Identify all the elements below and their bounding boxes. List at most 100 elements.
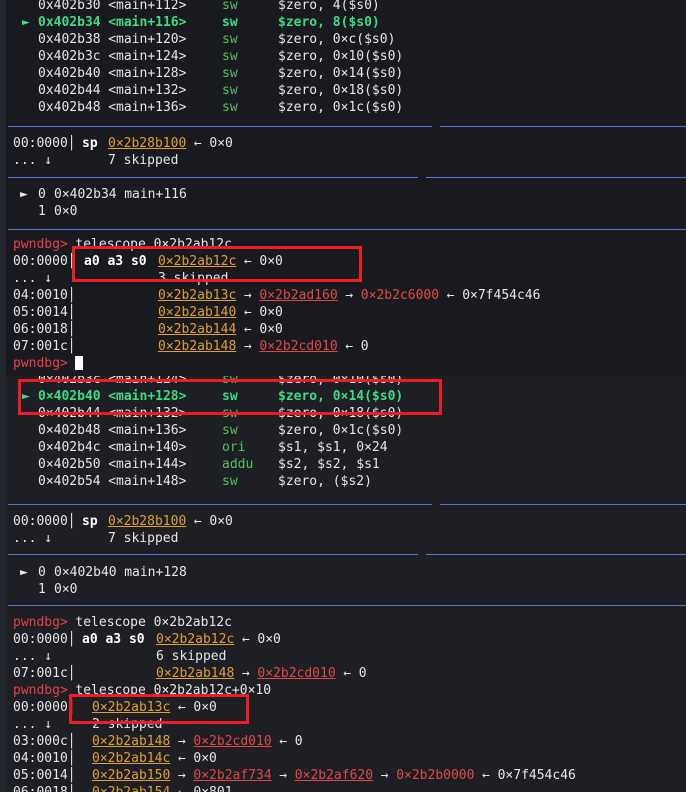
instr-op: sw [222,0,238,13]
backtrace-section-header [418,169,426,186]
tele-value: 0×801 [193,784,232,792]
shell-prompt: pwndbg> [13,237,68,252]
tele-value: 0×2b2ab148 [158,339,237,354]
instr-symbol: <main+112> [108,0,187,13]
instr-address: 0×402b48 [38,423,101,438]
instr-address: 0×402b4c [38,440,101,455]
tele-value: 0×2b2ab140 [158,305,237,320]
stack-value: 0×0 [209,514,233,529]
instr-address: 0x402b30 [38,0,101,13]
annotation-box [18,379,442,415]
frame-address: 0×0 [54,582,78,597]
tele-value: 0×2b2cd010 [257,666,336,681]
shell-prompt: pwndbg> [13,615,68,630]
tele-offset: ... ↓ [13,649,53,664]
frame-index: 1 [38,204,46,219]
tele-value: 0×2b2af620 [294,768,374,783]
tele-value: 0×2b2ab148 [92,734,171,749]
instr-op: sw [222,32,238,47]
tele-value: 0×0 [257,632,281,647]
tele-divider: │ [67,768,76,783]
tele-value: 0×0 [259,322,283,337]
tele-value: ← [170,784,193,792]
instr-op: sw [222,49,238,64]
tele-value: → [372,768,397,783]
section-divider [8,126,686,127]
tele-value: → [337,288,361,303]
annotation-box [69,694,249,724]
instr-address: 0x402b40 [38,66,101,81]
tele-offset: 00:0000 [13,254,68,269]
tele-value: 0 [358,666,367,681]
tele-value: 0×0 [259,305,283,320]
instr-address: 0x402b3c [38,49,101,64]
tele-offset: ... ↓ [13,271,53,286]
stack-offset: 00:0000 [13,136,68,151]
tele-value: ← [335,666,359,681]
instr-args: $zero, 8($s0) [278,15,380,30]
stack-address: 0×2b28b100 [108,514,187,529]
stack-address: 0×2b28b100 [108,136,187,151]
section-divider [8,177,686,178]
section-divider [8,229,686,230]
tele-value: → [236,288,260,303]
tele-value: ← [234,632,258,647]
frame-index: 0 [38,187,46,202]
instr-args: $zero, 0×18($s0) [278,83,404,98]
stack-value: 0×0 [209,136,233,151]
text-cursor [75,356,84,370]
tele-value: 0×2b2ab144 [158,322,237,337]
instr-op: sw [222,474,238,489]
tele-value: 6 skipped [156,649,227,664]
shell-prompt: pwndbg> [13,683,68,698]
tele-value: 0×2b2ab154 [92,784,170,792]
tele-offset: 04:0010 [13,751,68,766]
frame-index: 1 [38,582,46,597]
stack-divider: │ [67,514,76,529]
tele-divider: │ [67,751,76,766]
tele-value: 0 [294,734,303,749]
tele-value: → [170,734,194,749]
instr-symbol: <main+148> [108,474,187,489]
stack-divider: │ [67,136,76,151]
frame-address: 0×402b40 [54,565,117,580]
skip-text: 7 skipped [108,153,179,168]
terminal-pane-bottom[interactable]: 0×402b3c <main+124> sw $zero, 0×10($s0) ► 0×4… [0,376,686,792]
terminal-pane-top[interactable]: 0x402b30 <main+112> sw $zero, 4($s0) ► 0x402b… [0,0,686,376]
tele-value: 0×2b2cd010 [193,734,272,749]
tele-divider: │ [67,305,76,320]
instr-op: sw [222,66,238,81]
instr-args: $s1, $s1, 0×24 [278,440,388,455]
tele-value: ← [236,322,260,337]
tele-divider: │ [67,322,76,337]
tele-value: ← [438,288,463,303]
instr-args: $zero, 0×10($s0) [278,49,404,64]
stack-register: sp [82,514,98,529]
tele-value: 0×7f454c46 [497,768,576,783]
current-marker: ► [22,15,30,30]
tele-divider: │ [67,339,76,354]
tele-value: 0×2b2af734 [193,768,272,783]
instr-op: sw [222,100,238,115]
stack-section-header [432,496,440,513]
tele-registers: a0 a3 s0 [82,632,145,647]
section-divider [8,504,686,505]
tele-value: → [170,768,194,783]
tele-value: 0×7f454c46 [462,288,541,303]
tele-value: → [271,768,295,783]
tele-value: 0×2b2ad160 [259,288,338,303]
tele-value: ← [474,768,498,783]
tele-value: 0×2b2cd010 [259,339,338,354]
instr-args: $s2, $s2, $s1 [278,457,380,472]
instr-symbol: <main+132> [108,83,187,98]
instr-symbol: <main+120> [108,32,187,47]
tele-value: 0×2b2ab12c [156,632,235,647]
instr-address: 0x402b48 [38,100,101,115]
annotation-box [72,246,362,282]
tele-value: 0×0 [193,751,217,766]
tele-offset: 04:0010 [13,288,68,303]
backtrace-section-header [418,546,426,563]
tele-value: 0×2b2c6000 [360,288,440,303]
tele-value: 0×2b2ab13c [158,288,237,303]
tele-divider: │ [67,734,76,749]
